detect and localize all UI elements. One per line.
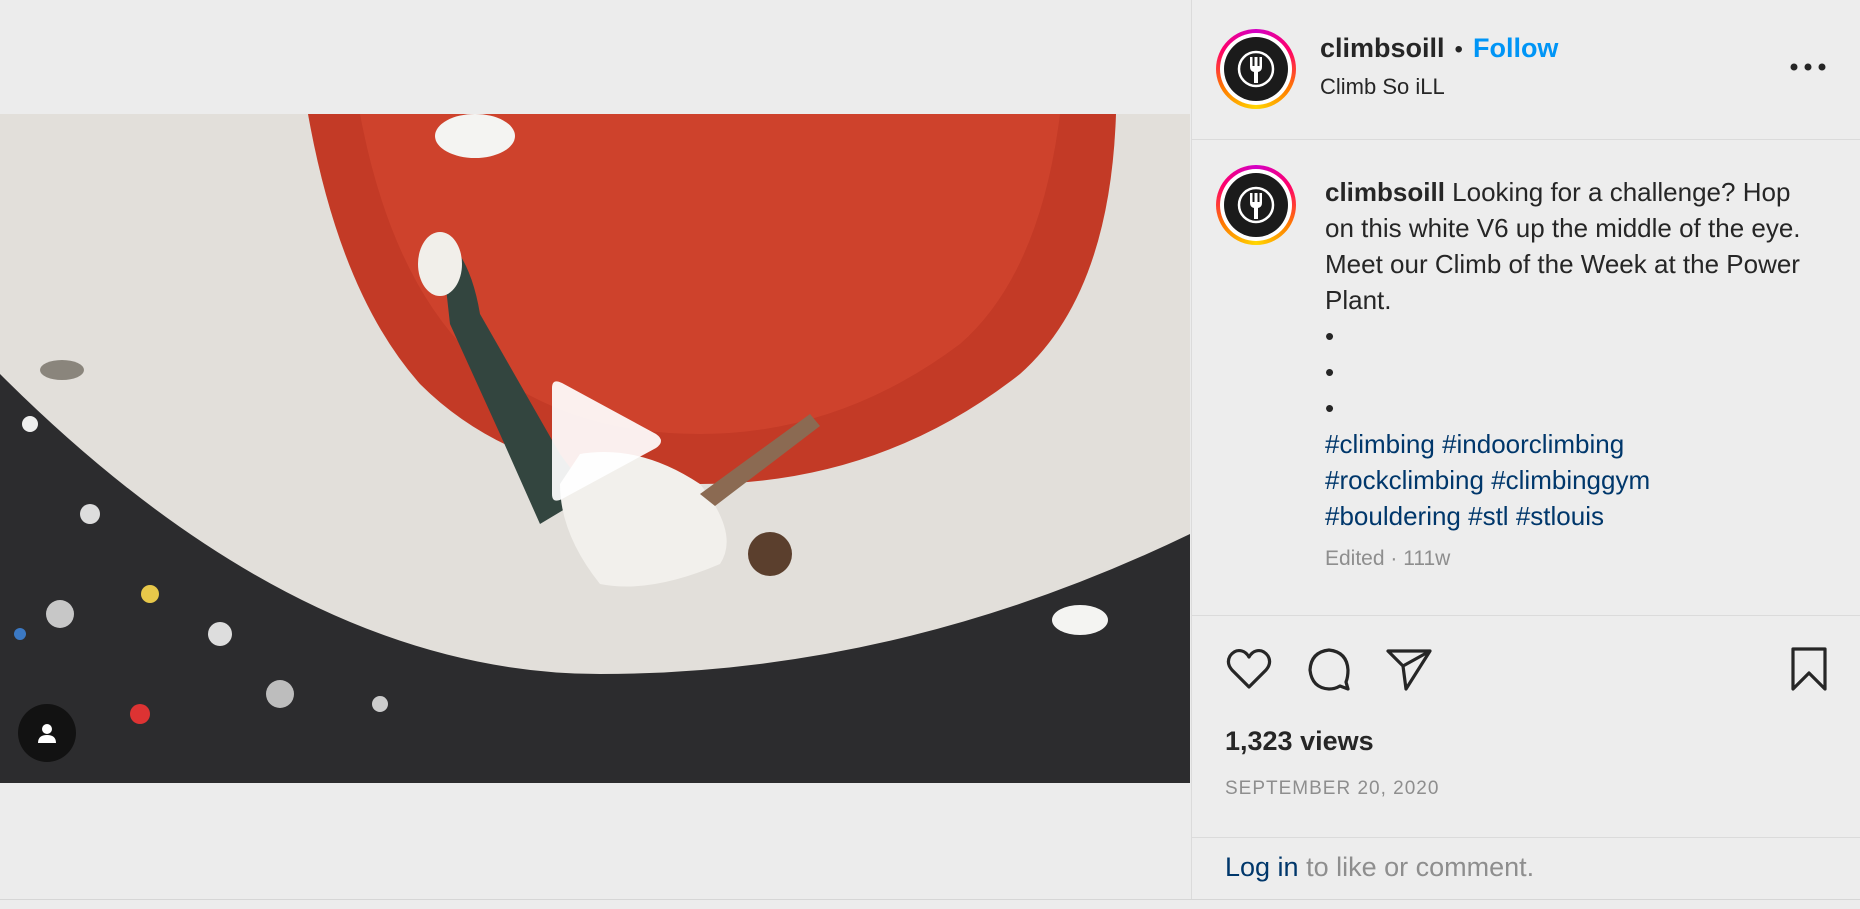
login-prompt: Log in to like or comment. bbox=[1225, 852, 1534, 883]
avatar[interactable] bbox=[1216, 29, 1296, 109]
fork-logo-icon bbox=[1237, 186, 1275, 224]
video-player[interactable] bbox=[0, 114, 1190, 783]
hashtag-link[interactable]: #stl bbox=[1468, 501, 1508, 531]
account-subtitle: Climb So iLL bbox=[1320, 74, 1445, 99]
send-icon[interactable] bbox=[1384, 644, 1434, 694]
post-header: climbsoill • Follow Climb So iLL bbox=[1192, 0, 1860, 140]
post-panel: climbsoill • Follow Climb So iLL climbsoil… bbox=[1192, 0, 1860, 899]
hashtag-link[interactable]: #stlouis bbox=[1516, 501, 1604, 531]
user-tag-button[interactable] bbox=[18, 704, 76, 762]
post-date: SEPTEMBER 20, 2020 bbox=[1225, 778, 1440, 799]
caption-section: climbsoill Looking for a challenge? Hop … bbox=[1192, 141, 1860, 616]
hashtag-link[interactable]: #rockclimbing bbox=[1325, 465, 1484, 495]
user-icon bbox=[38, 724, 56, 743]
more-options-icon[interactable] bbox=[1786, 52, 1830, 82]
action-bar: 1,323 views SEPTEMBER 20, 2020 bbox=[1192, 616, 1860, 838]
hashtag-link[interactable]: #climbing bbox=[1325, 429, 1435, 459]
follow-button[interactable]: Follow bbox=[1473, 33, 1558, 63]
hashtag-link[interactable]: #indoorclimbing bbox=[1442, 429, 1624, 459]
hashtags: #climbing #indoorclimbing #rockclimbing … bbox=[1325, 426, 1825, 534]
caption-username[interactable]: climbsoill bbox=[1325, 177, 1445, 207]
login-prompt-text: to like or comment. bbox=[1298, 852, 1535, 882]
bottom-border bbox=[0, 899, 1860, 900]
post-meta: Edited · 111w bbox=[1325, 547, 1451, 570]
view-count[interactable]: 1,323 views bbox=[1225, 726, 1374, 757]
caption-bullet: • bbox=[1325, 393, 1335, 423]
caption-bullet: • bbox=[1325, 357, 1335, 387]
username-link[interactable]: climbsoill bbox=[1320, 33, 1445, 63]
caption-avatar[interactable] bbox=[1216, 165, 1296, 245]
login-link[interactable]: Log in bbox=[1225, 852, 1299, 882]
hashtag-link[interactable]: #climbinggym bbox=[1491, 465, 1650, 495]
bookmark-icon[interactable] bbox=[1784, 644, 1834, 694]
header-text: climbsoill • Follow Climb So iLL bbox=[1320, 33, 1558, 100]
comment-icon[interactable] bbox=[1304, 644, 1354, 694]
hashtag-link[interactable]: #bouldering bbox=[1325, 501, 1461, 531]
media-area bbox=[0, 0, 1190, 909]
separator: • bbox=[1454, 36, 1463, 63]
heart-icon[interactable] bbox=[1224, 644, 1274, 694]
fork-logo-icon bbox=[1237, 50, 1275, 88]
play-icon[interactable] bbox=[536, 376, 666, 506]
caption-bullet: • bbox=[1325, 321, 1335, 351]
caption-text: climbsoill Looking for a challenge? Hop … bbox=[1325, 174, 1825, 534]
